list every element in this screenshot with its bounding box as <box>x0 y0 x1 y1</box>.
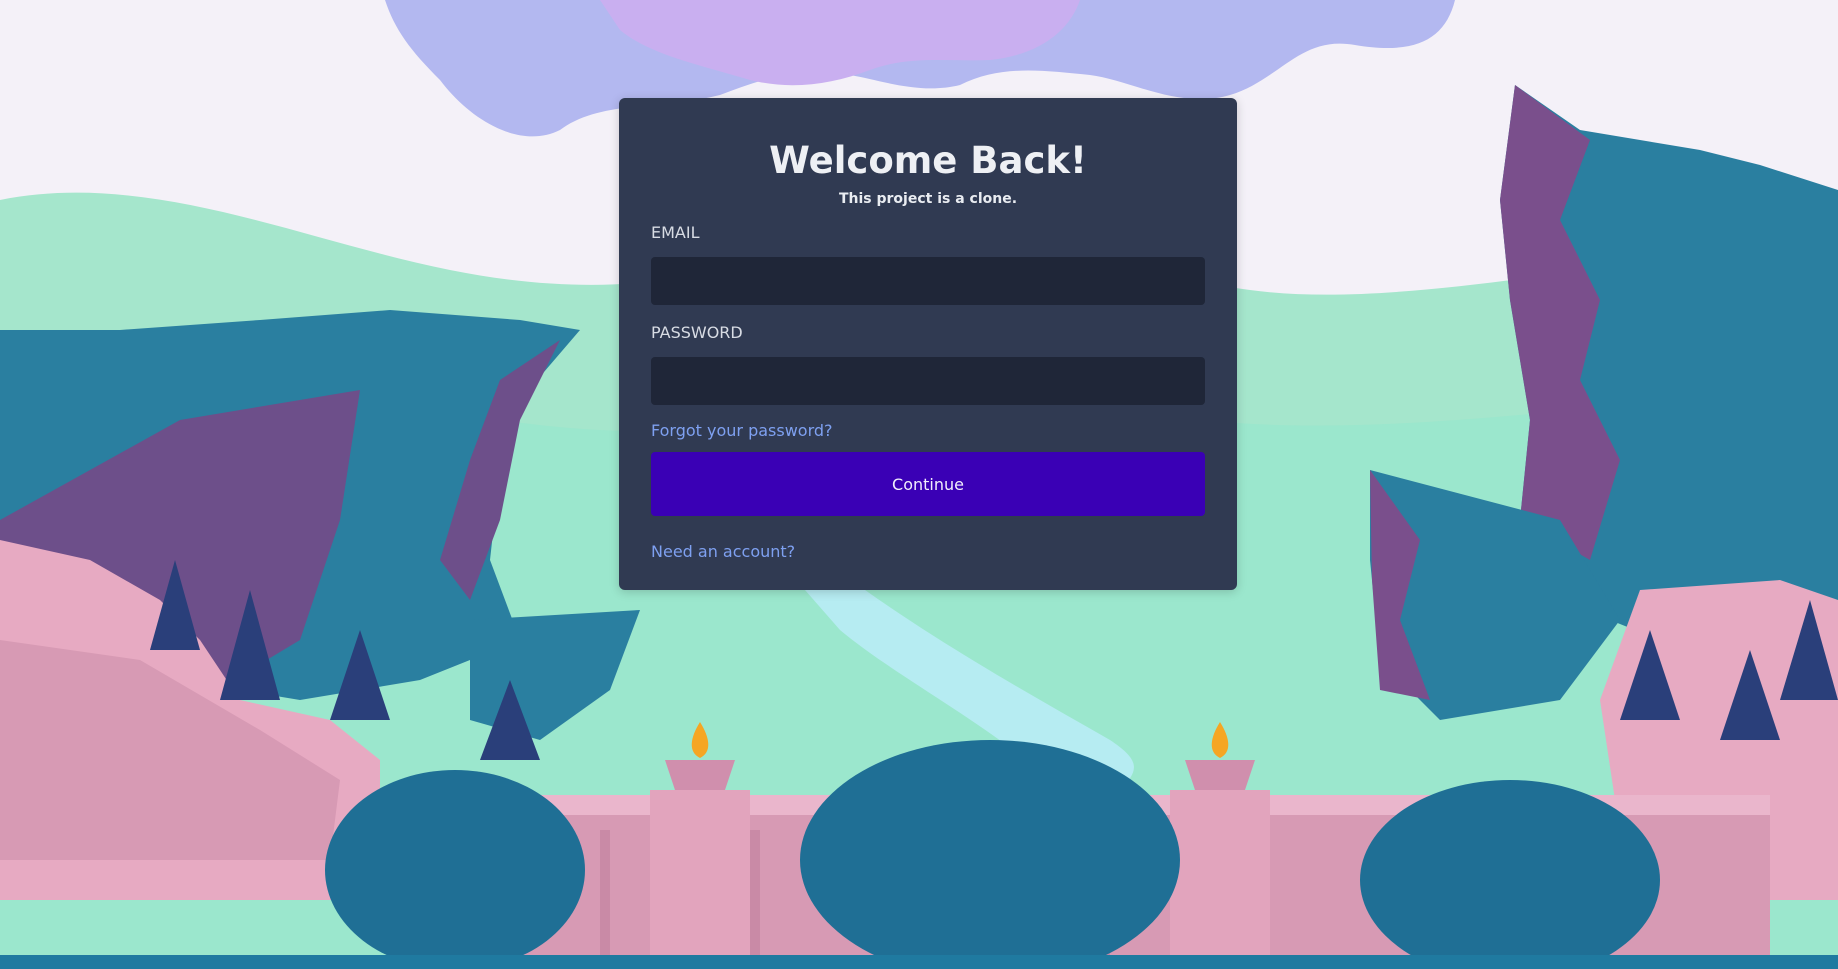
subtitle: This project is a clone. <box>838 191 1018 207</box>
continue-button[interactable]: Continue <box>651 452 1205 516</box>
page-title: Welcome Back! <box>769 139 1087 182</box>
forgot-password-link[interactable]: Forgot your password? <box>651 421 833 440</box>
register-link[interactable]: Need an account? <box>651 542 795 561</box>
login-card: Welcome Back! This project is a clone. E… <box>619 98 1237 590</box>
email-label: EMAIL <box>651 223 700 242</box>
email-input[interactable] <box>651 257 1205 305</box>
password-input[interactable] <box>651 357 1205 405</box>
password-label: PASSWORD <box>651 323 743 342</box>
